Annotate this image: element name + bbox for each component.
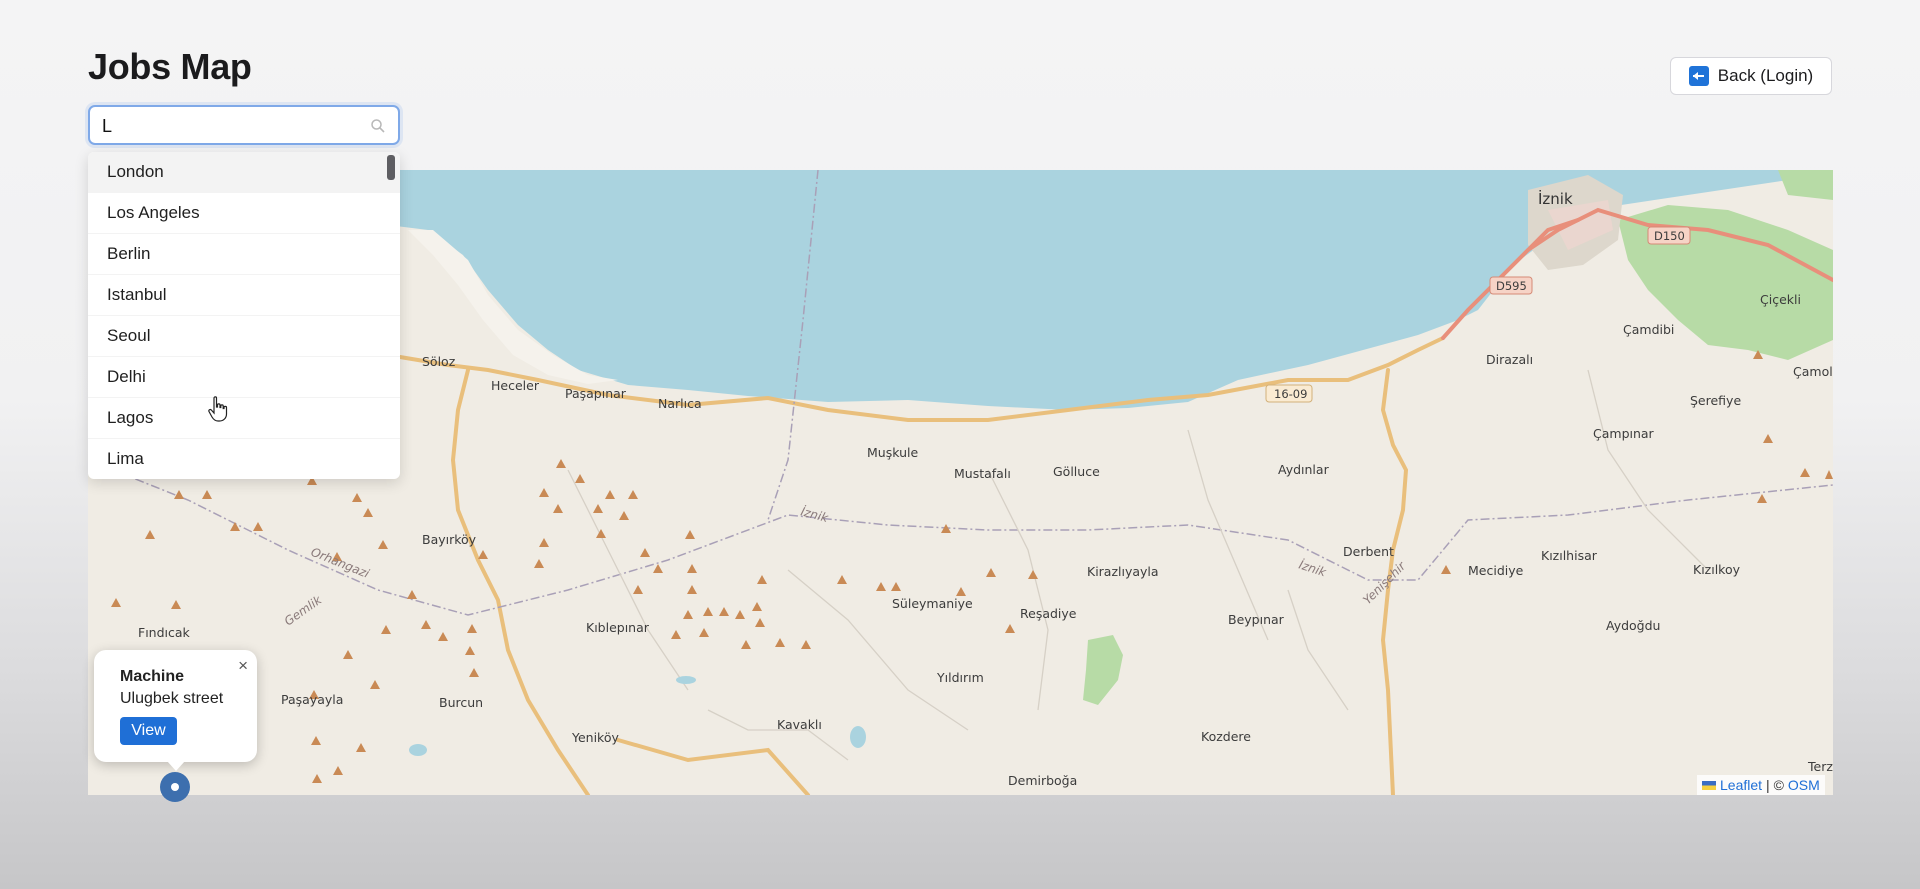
svg-text:Kıblepınar: Kıblepınar <box>586 620 650 635</box>
svg-text:Çiçekli: Çiçekli <box>1760 292 1801 307</box>
svg-text:Yeniköy: Yeniköy <box>571 730 620 745</box>
svg-text:Fındıcak: Fındıcak <box>138 625 191 640</box>
svg-text:Terz: Terz <box>1807 759 1833 774</box>
back-arrow-icon <box>1688 66 1709 86</box>
svg-text:D595: D595 <box>1496 279 1527 293</box>
svg-text:16-09: 16-09 <box>1274 387 1307 401</box>
svg-text:Yıldırım: Yıldırım <box>936 670 984 685</box>
map-marker-icon[interactable] <box>160 772 190 802</box>
search-icon <box>371 119 385 133</box>
svg-text:Kirazlıyayla: Kirazlıyayla <box>1087 564 1159 579</box>
svg-text:Muşkule: Muşkule <box>867 445 918 460</box>
svg-text:Kozdere: Kozdere <box>1201 729 1251 744</box>
leaflet-link[interactable]: Leaflet <box>1720 777 1762 793</box>
svg-text:Söloz: Söloz <box>422 354 456 369</box>
svg-text:Çampınar: Çampınar <box>1593 426 1655 441</box>
svg-text:Paşapınar: Paşapınar <box>565 386 627 401</box>
dropdown-item[interactable]: London <box>88 152 400 193</box>
svg-text:Dirazalı: Dirazalı <box>1486 352 1533 367</box>
svg-text:Gölluce: Gölluce <box>1053 464 1100 479</box>
dropdown-item[interactable]: Lagos <box>88 398 400 439</box>
dropdown-item[interactable]: Los Angeles <box>88 193 400 234</box>
svg-text:Heceler: Heceler <box>491 378 540 393</box>
job-popup: × Machine Ulugbek street View <box>94 650 257 771</box>
svg-text:Çamdibi: Çamdibi <box>1623 322 1674 337</box>
svg-text:Beypınar: Beypınar <box>1228 612 1285 627</box>
hand-cursor-icon <box>208 396 228 422</box>
svg-text:Paşayayla: Paşayayla <box>281 692 343 707</box>
svg-text:Kavaklı: Kavaklı <box>777 717 822 732</box>
back-button-label: Back (Login) <box>1717 66 1814 85</box>
search-input[interactable] <box>102 115 352 137</box>
svg-text:Demirboğa: Demirboğa <box>1008 773 1077 788</box>
svg-text:Şerefiye: Şerefiye <box>1690 393 1741 408</box>
ukraine-flag-icon <box>1702 780 1716 790</box>
dropdown-item[interactable]: Berlin <box>88 234 400 275</box>
svg-text:Yenişehir: Yenişehir <box>1360 558 1409 607</box>
page-title: Jobs Map <box>88 46 252 87</box>
attribution-separator: | © <box>1766 777 1784 793</box>
popup-address: Ulugbek street <box>120 690 224 707</box>
svg-text:D150: D150 <box>1654 229 1685 243</box>
svg-text:Süleymaniye: Süleymaniye <box>892 596 973 611</box>
popup-title: Machine <box>120 668 185 685</box>
dropdown-item[interactable]: Lima <box>88 439 400 479</box>
svg-text:Aydınlar: Aydınlar <box>1278 462 1330 477</box>
svg-text:Kızılkoy: Kızılkoy <box>1693 562 1741 577</box>
search-box[interactable] <box>88 105 400 145</box>
close-icon[interactable]: × <box>238 656 248 676</box>
svg-text:Aydoğdu: Aydoğdu <box>1606 618 1660 633</box>
dropdown-scrollbar[interactable] <box>387 155 395 180</box>
svg-text:İznik: İznik <box>799 503 831 525</box>
back-login-button[interactable]: Back (Login) <box>1670 57 1832 95</box>
map-attribution: Leaflet | © OSM <box>1697 775 1825 795</box>
dropdown-item[interactable]: Seoul <box>88 316 400 357</box>
svg-text:Burcun: Burcun <box>439 695 483 710</box>
svg-text:Çamolu: Çamolu <box>1793 364 1833 379</box>
svg-text:Narlıca: Narlıca <box>658 396 702 411</box>
svg-text:İznik: İznik <box>1538 189 1573 208</box>
svg-text:İznik: İznik <box>1297 557 1329 580</box>
svg-text:Derbent: Derbent <box>1343 544 1394 559</box>
svg-text:Kızılhisar: Kızılhisar <box>1541 548 1598 563</box>
svg-text:Reşadiye: Reşadiye <box>1020 606 1077 621</box>
svg-text:Mustafalı: Mustafalı <box>954 466 1011 481</box>
city-dropdown[interactable]: London Los Angeles Berlin Istanbul Seoul… <box>88 152 400 479</box>
view-button[interactable]: View <box>120 717 177 745</box>
svg-text:Bayırköy: Bayırköy <box>422 532 477 547</box>
svg-text:Orhangazi: Orhangazi <box>309 545 372 581</box>
osm-link[interactable]: OSM <box>1788 777 1820 793</box>
dropdown-item[interactable]: Delhi <box>88 357 400 398</box>
dropdown-item[interactable]: Istanbul <box>88 275 400 316</box>
svg-text:Mecidiye: Mecidiye <box>1468 563 1524 578</box>
svg-text:Gemlik: Gemlik <box>282 592 325 628</box>
